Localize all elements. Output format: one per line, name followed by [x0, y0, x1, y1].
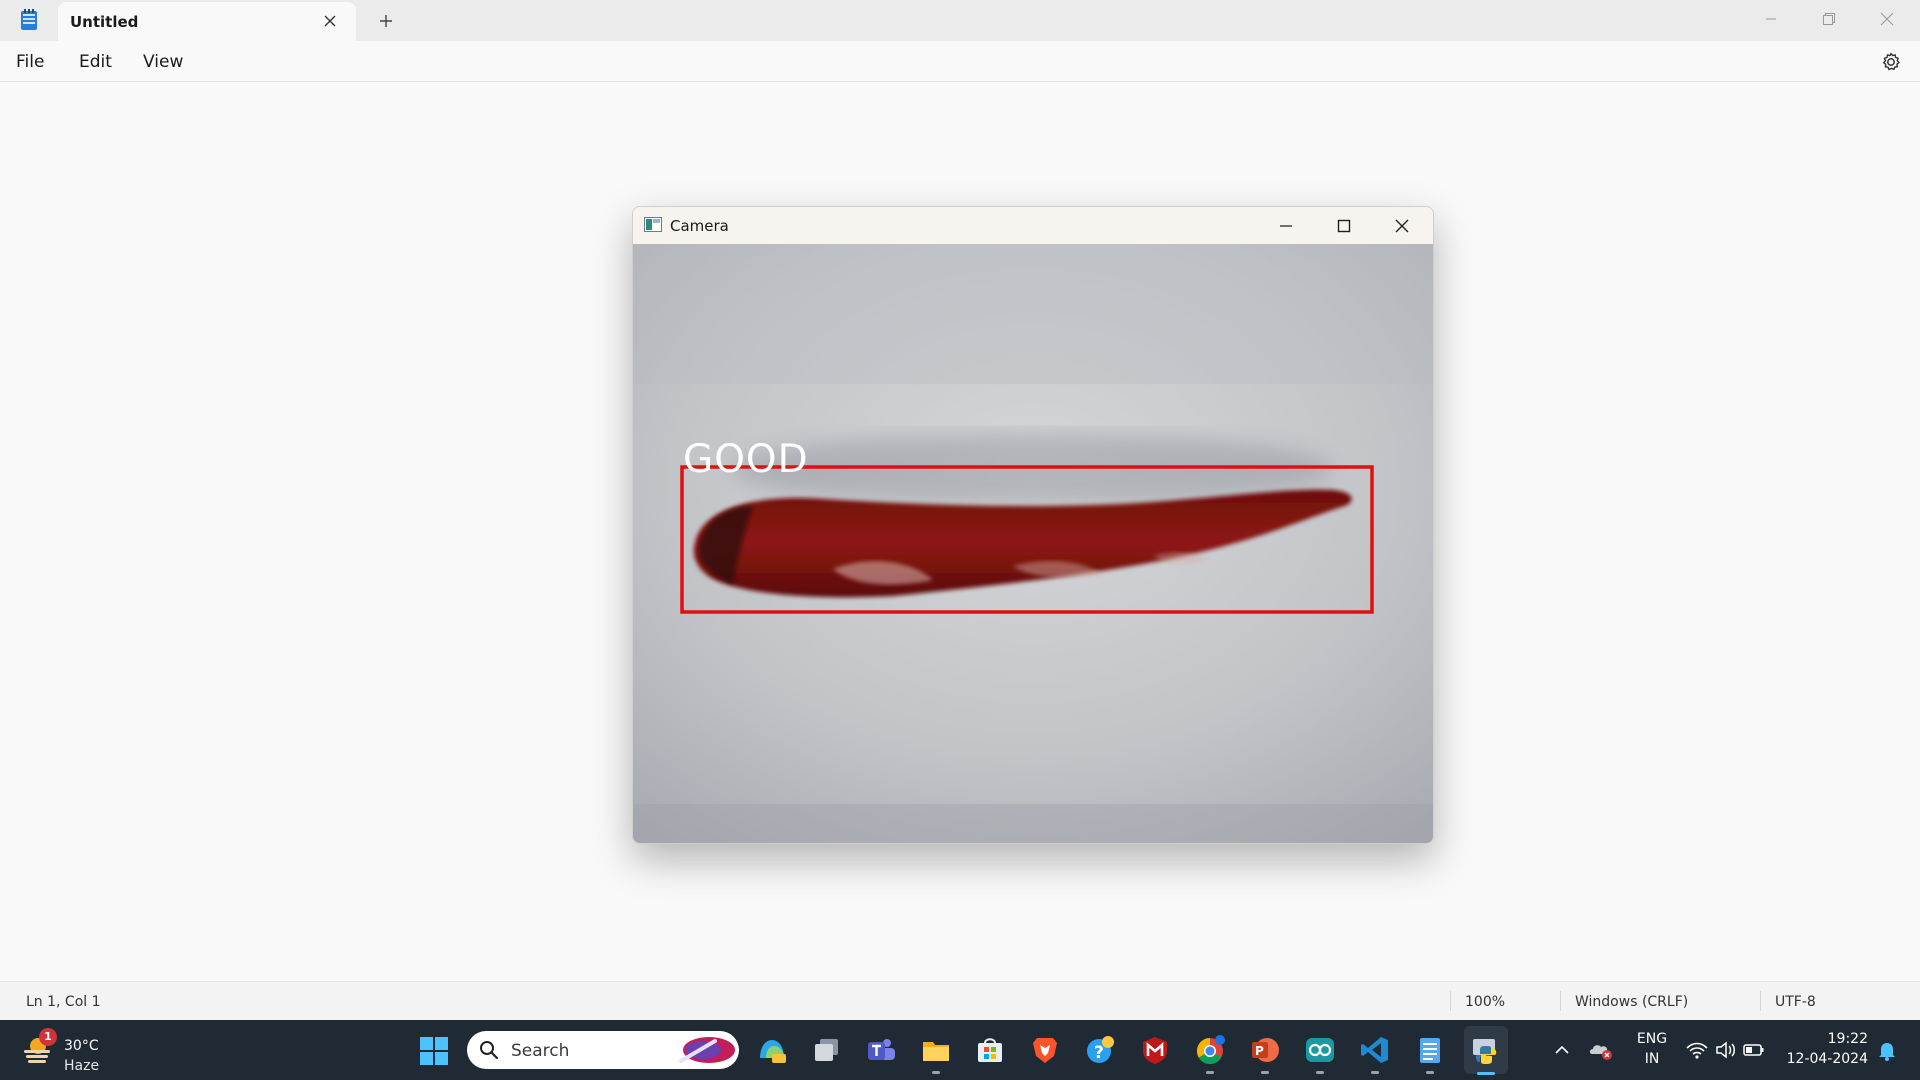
brave-icon[interactable]: [1029, 1034, 1061, 1066]
weather-temperature: 30°C: [64, 1038, 99, 1054]
vscode-icon[interactable]: [1359, 1034, 1391, 1066]
svg-text:P: P: [1255, 1044, 1264, 1058]
minimize-button[interactable]: [1742, 0, 1800, 38]
active-indicator: [1477, 1072, 1495, 1075]
notification-bell-icon[interactable]: [1876, 1034, 1898, 1066]
taskbar: 1 30°C Haze Search ? P ENG IN 19:22 12-0…: [0, 1020, 1920, 1080]
file-explorer-icon[interactable]: [920, 1034, 952, 1066]
arduino-icon[interactable]: [1304, 1034, 1336, 1066]
teams-icon[interactable]: [865, 1034, 897, 1066]
tab-untitled[interactable]: Untitled: [58, 2, 356, 41]
clock-time[interactable]: 19:22: [1778, 1031, 1868, 1047]
taskbar-search[interactable]: Search: [467, 1031, 739, 1069]
notepad-titlebar: Untitled: [0, 0, 1920, 41]
zoom-level[interactable]: 100%: [1465, 994, 1505, 1010]
camera-minimize-button[interactable]: [1271, 211, 1301, 241]
notepad-icon[interactable]: [1414, 1034, 1446, 1066]
search-icon: [480, 1041, 499, 1060]
search-placeholder: Search: [511, 1041, 570, 1061]
weather-condition: Haze: [64, 1058, 100, 1074]
running-indicator: [1316, 1071, 1324, 1074]
copilot-icon[interactable]: [756, 1034, 788, 1066]
menu-file[interactable]: File: [16, 52, 44, 72]
python-icon[interactable]: [1470, 1034, 1502, 1066]
status-divider: [1560, 991, 1561, 1011]
search-highlight-icon: [679, 1037, 735, 1063]
tab-title: Untitled: [70, 13, 139, 31]
language-indicator-line1[interactable]: ENG: [1630, 1031, 1674, 1047]
task-view-icon[interactable]: [811, 1034, 843, 1066]
svg-text:?: ?: [1094, 1043, 1104, 1063]
mcafee-icon[interactable]: [1139, 1034, 1171, 1066]
menu-view[interactable]: View: [143, 52, 183, 72]
language-indicator-line2[interactable]: IN: [1630, 1051, 1674, 1067]
running-indicator: [1426, 1071, 1434, 1074]
notification-badge: 1: [39, 1028, 57, 1046]
running-indicator: [1261, 1071, 1269, 1074]
close-window-button[interactable]: [1858, 0, 1916, 38]
camera-maximize-button[interactable]: [1329, 211, 1359, 241]
clock-date[interactable]: 12-04-2024: [1778, 1051, 1868, 1067]
menu-bar: File Edit View: [0, 41, 1920, 82]
help-icon[interactable]: ?: [1084, 1034, 1116, 1066]
volume-icon[interactable]: [1714, 1034, 1738, 1066]
status-divider: [1760, 991, 1761, 1011]
running-indicator: [1371, 1071, 1379, 1074]
close-tab-icon[interactable]: [320, 11, 340, 31]
notepad-app-icon: [21, 9, 37, 30]
wifi-icon[interactable]: [1684, 1034, 1710, 1066]
settings-gear-icon[interactable]: [1880, 51, 1902, 73]
running-indicator: [1206, 1071, 1214, 1074]
menu-edit[interactable]: Edit: [79, 52, 112, 72]
camera-window-icon: [644, 217, 662, 232]
onedrive-error-icon[interactable]: [1588, 1034, 1614, 1066]
status-bar: Ln 1, Col 1 100% Windows (CRLF) UTF-8: [0, 981, 1920, 1020]
encoding[interactable]: UTF-8: [1775, 994, 1816, 1010]
detection-label: GOOD: [683, 437, 809, 482]
microsoft-store-icon[interactable]: [974, 1034, 1006, 1066]
running-indicator: [932, 1071, 940, 1074]
camera-window-title: Camera: [670, 217, 729, 235]
line-ending[interactable]: Windows (CRLF): [1575, 994, 1688, 1010]
windows-start-icon[interactable]: [419, 1036, 449, 1066]
restore-button[interactable]: [1800, 0, 1858, 38]
camera-feed: GOOD: [633, 244, 1433, 843]
status-divider: [1450, 991, 1451, 1011]
weather-widget[interactable]: 1 30°C Haze: [20, 1028, 130, 1074]
chrome-icon[interactable]: [1194, 1034, 1226, 1066]
cursor-position: Ln 1, Col 1: [26, 994, 101, 1010]
powerpoint-icon[interactable]: P: [1249, 1034, 1281, 1066]
camera-window[interactable]: Camera GOOD: [632, 206, 1434, 844]
battery-icon[interactable]: [1742, 1034, 1766, 1066]
camera-close-button[interactable]: [1387, 211, 1417, 241]
camera-titlebar[interactable]: Camera: [633, 207, 1433, 244]
new-tab-icon[interactable]: [376, 11, 396, 31]
camera-frame-image: [633, 244, 1433, 843]
chevron-up-icon[interactable]: [1552, 1034, 1572, 1066]
